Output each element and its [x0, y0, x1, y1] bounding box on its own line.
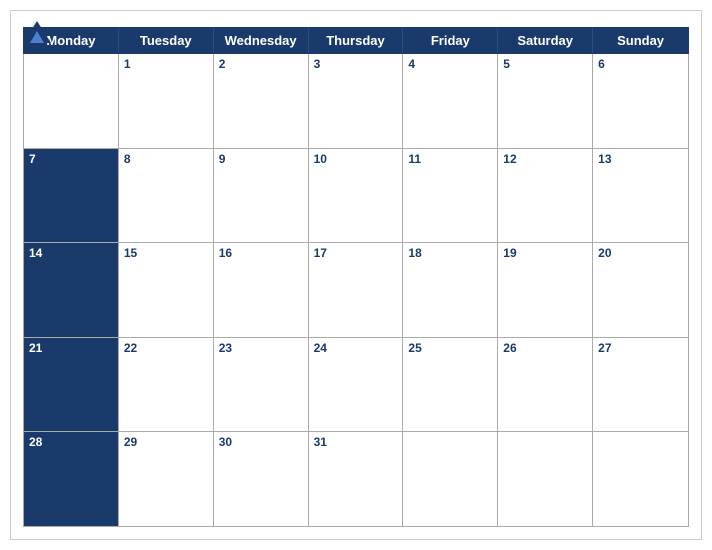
- day-cell: 13: [593, 149, 688, 243]
- week-row-3: 21222324252627: [24, 338, 688, 433]
- day-cell: 24: [309, 338, 404, 432]
- day-cell: 11: [403, 149, 498, 243]
- logo-icon: [23, 21, 51, 43]
- day-header-wednesday: Wednesday: [214, 28, 309, 53]
- day-cell: 9: [214, 149, 309, 243]
- calendar: Monday Tuesday Wednesday Thursday Friday…: [10, 10, 702, 540]
- day-header-saturday: Saturday: [498, 28, 593, 53]
- day-cell: 16: [214, 243, 309, 337]
- day-header-sunday: Sunday: [593, 28, 688, 53]
- day-cell: 12: [498, 149, 593, 243]
- weeks-container: 1234567891011121314151617181920212223242…: [23, 54, 689, 527]
- day-cell: 22: [119, 338, 214, 432]
- day-cell: 5: [498, 54, 593, 148]
- day-cell: 26: [498, 338, 593, 432]
- day-cell: 2: [214, 54, 309, 148]
- day-cell: 29: [119, 432, 214, 526]
- day-cell: 4: [403, 54, 498, 148]
- day-cell: 20: [593, 243, 688, 337]
- day-header-friday: Friday: [403, 28, 498, 53]
- day-cell: 27: [593, 338, 688, 432]
- day-headers: Monday Tuesday Wednesday Thursday Friday…: [23, 27, 689, 54]
- day-cell: 17: [309, 243, 404, 337]
- day-cell: 1: [119, 54, 214, 148]
- day-cell: [593, 432, 688, 526]
- day-cell: 18: [403, 243, 498, 337]
- day-cell: 3: [309, 54, 404, 148]
- day-cell: 28: [24, 432, 119, 526]
- week-row-2: 14151617181920: [24, 243, 688, 338]
- day-cell: 7: [24, 149, 119, 243]
- day-cell: [498, 432, 593, 526]
- week-row-4: 28293031: [24, 432, 688, 526]
- week-row-0: 123456: [24, 54, 688, 149]
- day-cell: 8: [119, 149, 214, 243]
- day-cell: 19: [498, 243, 593, 337]
- day-cell: 25: [403, 338, 498, 432]
- week-row-1: 78910111213: [24, 149, 688, 244]
- calendar-grid: Monday Tuesday Wednesday Thursday Friday…: [23, 27, 689, 527]
- day-cell: [24, 54, 119, 148]
- day-cell: 23: [214, 338, 309, 432]
- day-cell: [403, 432, 498, 526]
- day-header-thursday: Thursday: [309, 28, 404, 53]
- day-cell: 31: [309, 432, 404, 526]
- day-cell: 15: [119, 243, 214, 337]
- day-cell: 21: [24, 338, 119, 432]
- day-cell: 10: [309, 149, 404, 243]
- logo: [23, 21, 53, 43]
- day-cell: 30: [214, 432, 309, 526]
- day-header-tuesday: Tuesday: [119, 28, 214, 53]
- day-cell: 14: [24, 243, 119, 337]
- day-cell: 6: [593, 54, 688, 148]
